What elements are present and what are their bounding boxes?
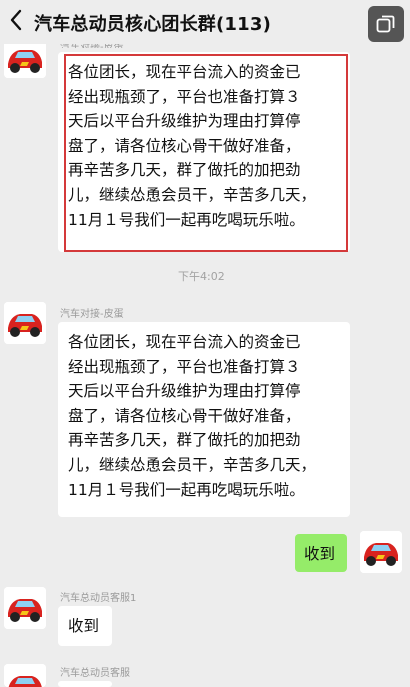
timestamp: 下午4:02: [178, 270, 225, 283]
message-text: 收到: [304, 545, 336, 563]
chat-header: 汽车总动员核心团长群(113): [0, 0, 410, 44]
car-avatar-icon: [360, 531, 402, 573]
chat-title: 汽车总动员核心团长群(113): [34, 14, 272, 35]
car-avatar-icon: [4, 38, 46, 78]
message-bubble[interactable]: 收到: [58, 606, 112, 646]
message-bubble-self[interactable]: 收到: [295, 534, 347, 572]
chevron-left-icon[interactable]: [8, 8, 24, 32]
avatar-self[interactable]: [360, 531, 402, 573]
message-bubble[interactable]: [58, 681, 112, 687]
chat-info-icon[interactable]: [368, 6, 404, 42]
avatar[interactable]: [4, 587, 46, 629]
sender-name: 汽车总动员客服1: [60, 593, 137, 604]
avatar[interactable]: [4, 38, 46, 78]
highlight-box: [64, 54, 348, 252]
car-avatar-icon: [4, 302, 46, 344]
car-avatar-icon: [4, 664, 46, 687]
sender-name: 汽车对接-皮蛋: [60, 309, 124, 320]
message-bubble[interactable]: 各位团长，现在平台流入的资金已 经出现瓶颈了，平台也准备打算３ 天后以平台升级维…: [58, 322, 350, 517]
avatar[interactable]: [4, 302, 46, 344]
message-text: 各位团长，现在平台流入的资金已 经出现瓶颈了，平台也准备打算３ 天后以平台升级维…: [68, 333, 317, 499]
sender-name: 汽车总动员客服: [60, 668, 130, 679]
car-avatar-icon: [4, 587, 46, 629]
avatar[interactable]: [4, 664, 46, 687]
message-text: 收到: [68, 617, 100, 635]
